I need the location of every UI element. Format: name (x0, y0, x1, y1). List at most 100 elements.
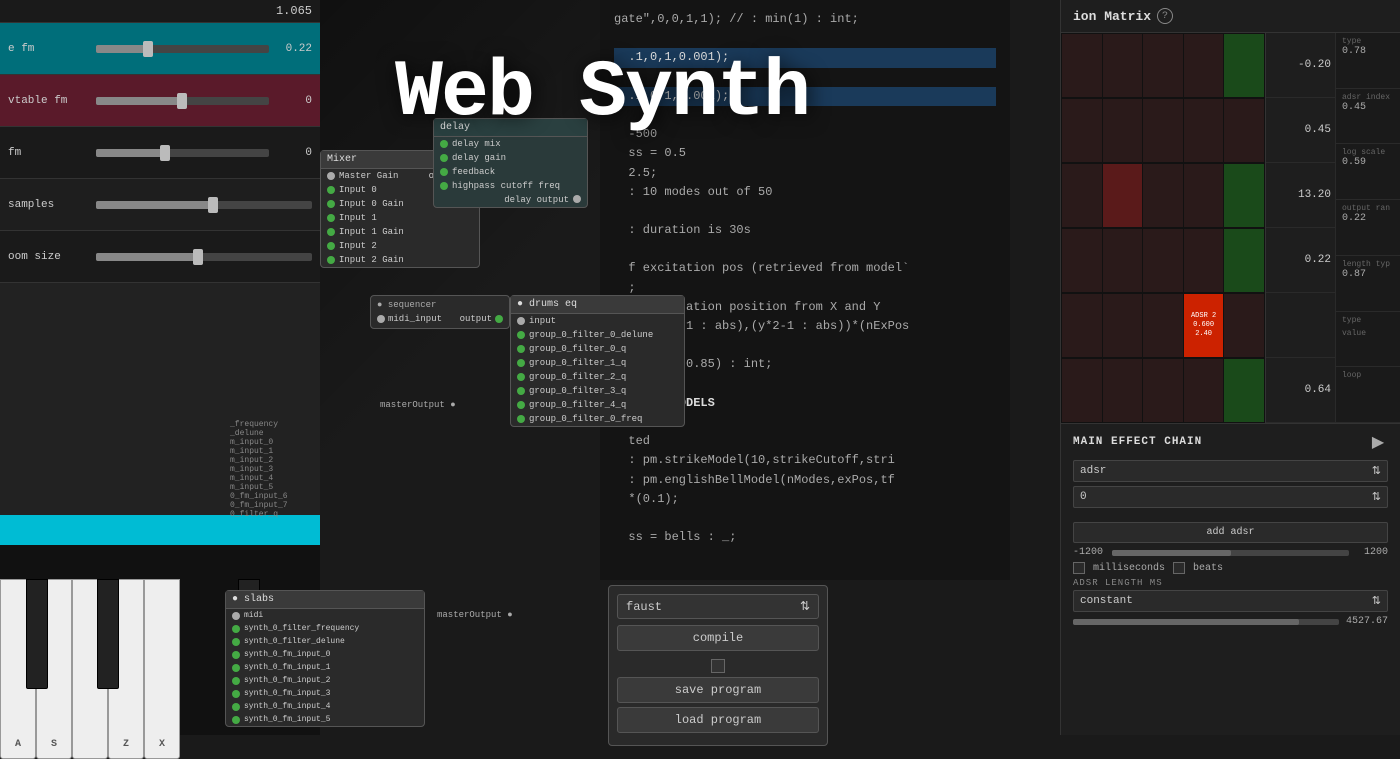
matrix-val-text-1: 0.45 (1305, 124, 1331, 136)
slabs-fm2: synth_0_fm_input_2 (226, 674, 424, 687)
zero-select[interactable]: 0 ⇅ (1073, 486, 1388, 508)
matrix-cell-2-4[interactable] (1224, 164, 1264, 227)
matrix-cell-2-0[interactable] (1062, 164, 1102, 227)
synth-row-vtablefm: vtable fm 0 (0, 75, 320, 127)
slabs-freq-label: synth_0_filter_frequency (244, 624, 359, 633)
matrix-cell-0-0[interactable] (1062, 34, 1102, 97)
slider-fm[interactable] (96, 149, 269, 157)
matrix-cell-5-1[interactable] (1103, 359, 1143, 422)
faust-compile-btn[interactable]: compile (617, 625, 819, 651)
matrix-cell-1-0[interactable] (1062, 99, 1102, 162)
slider-vtablefm[interactable] (96, 97, 269, 105)
matrix-cell-0-1[interactable] (1103, 34, 1143, 97)
drums-dot-2 (517, 345, 525, 353)
slabs-fm4: synth_0_fm_input_4 (226, 700, 424, 713)
slider-efm[interactable] (96, 45, 269, 53)
matrix-cell-5-3[interactable] (1184, 359, 1224, 422)
sequencer-node: ● sequencer midi_input output (370, 295, 510, 329)
delay-dot-3 (440, 182, 448, 190)
ion-matrix-header: ion Matrix ? (1061, 0, 1400, 33)
fm-label-in3: m_input_3 (230, 465, 288, 474)
matrix-cell-1-2[interactable] (1143, 99, 1183, 162)
fm-label-in6: 0_fm_input_6 (230, 492, 288, 501)
matrix-cell-1-3[interactable] (1184, 99, 1224, 162)
code-line-23: *(0.1); (614, 492, 679, 506)
matrix-cell-0-2[interactable] (1143, 34, 1183, 97)
row-label-roomsize: oom size (8, 251, 88, 263)
matrix-cell-4-2[interactable] (1143, 294, 1183, 357)
faust-checkbox[interactable] (711, 659, 725, 673)
milliseconds-label: milliseconds (1093, 563, 1165, 574)
matrix-cell-4-1[interactable] (1103, 294, 1143, 357)
code-content: gate",0,0,1,1); // : min(1) : int; .1,0,… (614, 10, 996, 547)
play-button[interactable]: ▶ (1368, 432, 1388, 452)
slider-roomsize[interactable] (96, 253, 312, 261)
sequencer-title-label: ● sequencer (377, 300, 503, 310)
matrix-cell-1-1[interactable] (1103, 99, 1143, 162)
fm-label-in4: m_input_4 (230, 474, 288, 483)
range-slider[interactable] (1112, 550, 1349, 556)
delay-feedback: feedback (434, 165, 587, 179)
matrix-val-text-3: 0.22 (1305, 254, 1331, 266)
constant-slider[interactable] (1073, 619, 1339, 625)
rl-adsr-val: 0.45 (1342, 102, 1390, 113)
matrix-cell-0-3[interactable] (1184, 34, 1224, 97)
matrix-cell-2-3[interactable] (1184, 164, 1224, 227)
matrix-cell-2-1[interactable] (1103, 164, 1143, 227)
code-line-5: ss = 0.5 (614, 146, 686, 160)
slabs-fm3: synth_0_fm_input_3 (226, 687, 424, 700)
drums-input-label: input (529, 316, 556, 326)
matrix-cell-4-4[interactable] (1224, 294, 1264, 357)
milliseconds-checkbox[interactable] (1073, 562, 1085, 574)
faust-load-btn[interactable]: load program (617, 707, 819, 733)
matrix-cell-3-2[interactable] (1143, 229, 1183, 292)
drums-title: drums eq (529, 299, 577, 310)
fm-node-labels: _frequency _delune m_input_0 m_input_1 m… (230, 420, 288, 519)
drums-dot-5 (517, 387, 525, 395)
constant-select[interactable]: constant ⇅ (1073, 590, 1388, 612)
synth-row-roomsize: oom size (0, 231, 320, 283)
fm-label-in5: m_input_5 (230, 483, 288, 492)
matrix-cell-5-4[interactable] (1224, 359, 1264, 422)
faust-save-btn[interactable]: save program (617, 677, 819, 703)
matrix-cell-0-4[interactable] (1224, 34, 1264, 97)
drums-port-7: group_0_filter_0_freq (511, 412, 684, 426)
fm-label-in2: m_input_2 (230, 456, 288, 465)
key-label-a: A (15, 739, 21, 750)
mixer-label-4: Input 1 Gain (339, 227, 404, 237)
fm-label-in7: 0_fm_input_7 (230, 501, 288, 510)
matrix-cell-5-0[interactable] (1062, 359, 1102, 422)
slabs-midi: midi (226, 609, 424, 622)
rl-output-val: 0.22 (1342, 213, 1390, 224)
code-line-6: 2.5; (614, 166, 657, 180)
matrix-cell-3-3[interactable] (1184, 229, 1224, 292)
matrix-val-5: 0.64 (1266, 358, 1335, 423)
faust-language-select[interactable]: faust ⇅ (617, 594, 819, 619)
matrix-cell-4-0[interactable] (1062, 294, 1102, 357)
matrix-cell-5-2[interactable] (1143, 359, 1183, 422)
matrix-cell-4-3[interactable]: ADSR 20.6002.40 (1184, 294, 1224, 357)
matrix-val-1: 0.45 (1266, 98, 1335, 163)
piano-black-key-1[interactable] (26, 579, 48, 689)
adsr-length-label: ADSR LENGTH MS (1073, 578, 1388, 588)
mixer-label-2: Input 0 Gain (339, 199, 404, 209)
matrix-cell-2-2[interactable] (1143, 164, 1183, 227)
fm-label-filterq: 0_filter_q (230, 510, 288, 519)
piano-key-x[interactable]: X (144, 579, 180, 759)
matrix-cell-3-0[interactable] (1062, 229, 1102, 292)
help-icon[interactable]: ? (1157, 8, 1173, 24)
matrix-cell-3-1[interactable] (1103, 229, 1143, 292)
add-adsr-button[interactable]: add adsr (1073, 522, 1388, 543)
piano-black-key-2[interactable] (97, 579, 119, 689)
slider-fill-roomsize (96, 253, 200, 261)
matrix-cell-1-4[interactable] (1224, 99, 1264, 162)
effect-row-zero: 0 ⇅ (1073, 486, 1388, 508)
adsr-select[interactable]: adsr ⇅ (1073, 460, 1388, 482)
slider-samples[interactable] (96, 201, 312, 209)
beats-checkbox[interactable] (1173, 562, 1185, 574)
matrix-cell-3-4[interactable] (1224, 229, 1264, 292)
matrix-val-text-2: 13.20 (1298, 189, 1331, 201)
slider-thumb-efm (143, 41, 153, 57)
drums-label-3: group_0_filter_1_q (529, 358, 626, 368)
key-label-z: Z (123, 739, 129, 750)
